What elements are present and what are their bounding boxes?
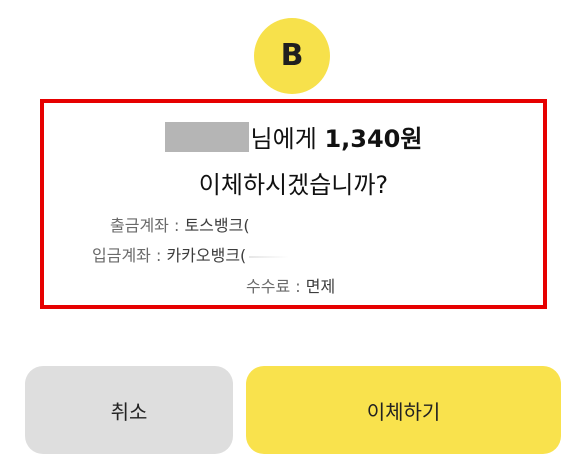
- recipient-suffix: 님에게: [250, 125, 317, 153]
- logo-letter: B: [280, 38, 304, 73]
- withdraw-account-value: 토스뱅크(: [184, 216, 250, 235]
- confirm-question: 이체하시겠습니까?: [198, 171, 389, 199]
- fee-separator: :: [290, 277, 306, 296]
- transfer-confirm-dialog: 님에게 1,340원 이체하시겠습니까? 출금계좌 : 토스뱅크( 입금계좌 :…: [40, 99, 547, 309]
- cancel-button[interactable]: 취소: [25, 366, 233, 454]
- deposit-account-value: 카카오뱅크(: [166, 246, 247, 265]
- withdraw-account-label: 출금계좌: [110, 216, 169, 235]
- deposit-account-label: 입금계좌: [92, 246, 151, 265]
- withdraw-account-row: 출금계좌 : 토스뱅크(: [110, 212, 250, 236]
- transfer-amount: 1,340원: [324, 125, 423, 153]
- deposit-account-row: 입금계좌 : 카카오뱅크(: [92, 242, 290, 266]
- cancel-button-label: 취소: [110, 399, 148, 424]
- masked-account-number: [249, 255, 290, 258]
- deposit-separator: :: [150, 246, 167, 265]
- masked-recipient-name: [164, 122, 249, 152]
- fee-label: 수수료: [246, 277, 291, 296]
- withdraw-separator: :: [168, 216, 185, 235]
- bank-logo-icon: B: [254, 18, 330, 94]
- recipient-amount-line: 님에게 1,340원: [44, 119, 543, 155]
- confirm-transfer-button-label: 이체하기: [366, 399, 441, 424]
- confirm-transfer-button[interactable]: 이체하기: [246, 366, 561, 454]
- fee-row: 수수료 : 면제: [246, 273, 335, 297]
- fee-value: 면제: [305, 277, 336, 296]
